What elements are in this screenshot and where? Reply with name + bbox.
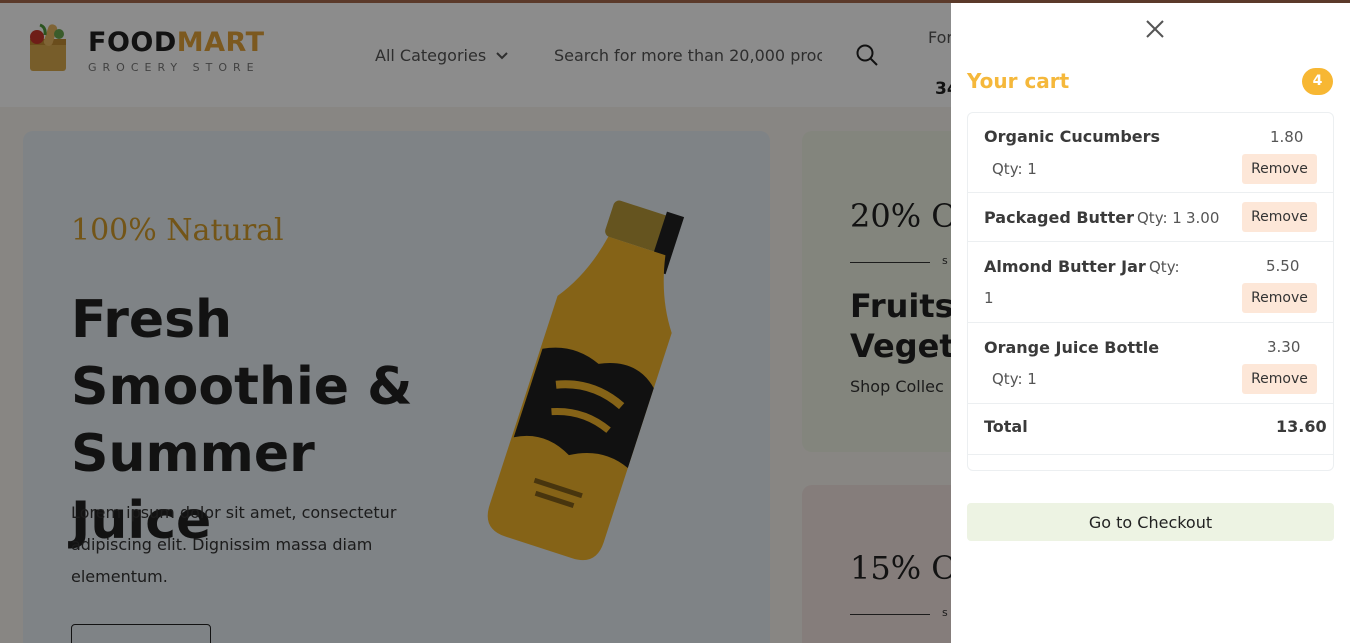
item-price: 5.50 <box>1266 257 1300 275</box>
cart-item: Organic Cucumbers 1.80 Qty: 1 Remove <box>968 113 1333 193</box>
item-price: 1.80 <box>1270 128 1304 146</box>
cart-divider <box>968 454 1333 455</box>
cart-count-badge: 4 <box>1302 68 1333 95</box>
remove-button[interactable]: Remove <box>1242 364 1317 394</box>
item-name: Orange Juice Bottle <box>984 338 1160 357</box>
item-qty: Qty: <box>1149 258 1180 276</box>
cart-item: Almond Butter Jar Qty: 5.50 1 Remove <box>968 242 1333 323</box>
total-label: Total <box>984 417 1028 436</box>
item-qty: Qty: 1 <box>1137 209 1182 227</box>
top-border <box>0 0 1350 3</box>
remove-button[interactable]: Remove <box>1242 283 1317 313</box>
remove-button[interactable]: Remove <box>1242 154 1317 184</box>
item-name: Almond Butter Jar <box>984 257 1146 276</box>
checkout-button[interactable]: Go to Checkout <box>967 503 1334 541</box>
total-value: 13.60 <box>1276 417 1327 436</box>
item-name: Packaged Butter <box>984 208 1134 227</box>
close-icon[interactable] <box>1143 17 1167 41</box>
item-name: Organic Cucumbers <box>984 127 1161 146</box>
cart-item: Orange Juice Bottle 3.30 Qty: 1 Remove <box>968 323 1333 404</box>
cart-title: Your cart <box>967 69 1070 93</box>
item-qty-value: 1 <box>984 289 994 307</box>
item-qty: Qty: 1 <box>992 160 1037 178</box>
cart-items-list: Organic Cucumbers 1.80 Qty: 1 Remove Pac… <box>967 112 1334 471</box>
item-qty: Qty: 1 <box>992 370 1037 388</box>
cart-panel: Your cart 4 Organic Cucumbers 1.80 Qty: … <box>951 3 1350 643</box>
item-price: 3.30 <box>1267 338 1301 356</box>
cart-item: Packaged Butter Qty: 1 3.00 Remove <box>968 193 1333 242</box>
item-price: 3.00 <box>1186 209 1220 227</box>
remove-button[interactable]: Remove <box>1242 202 1317 232</box>
